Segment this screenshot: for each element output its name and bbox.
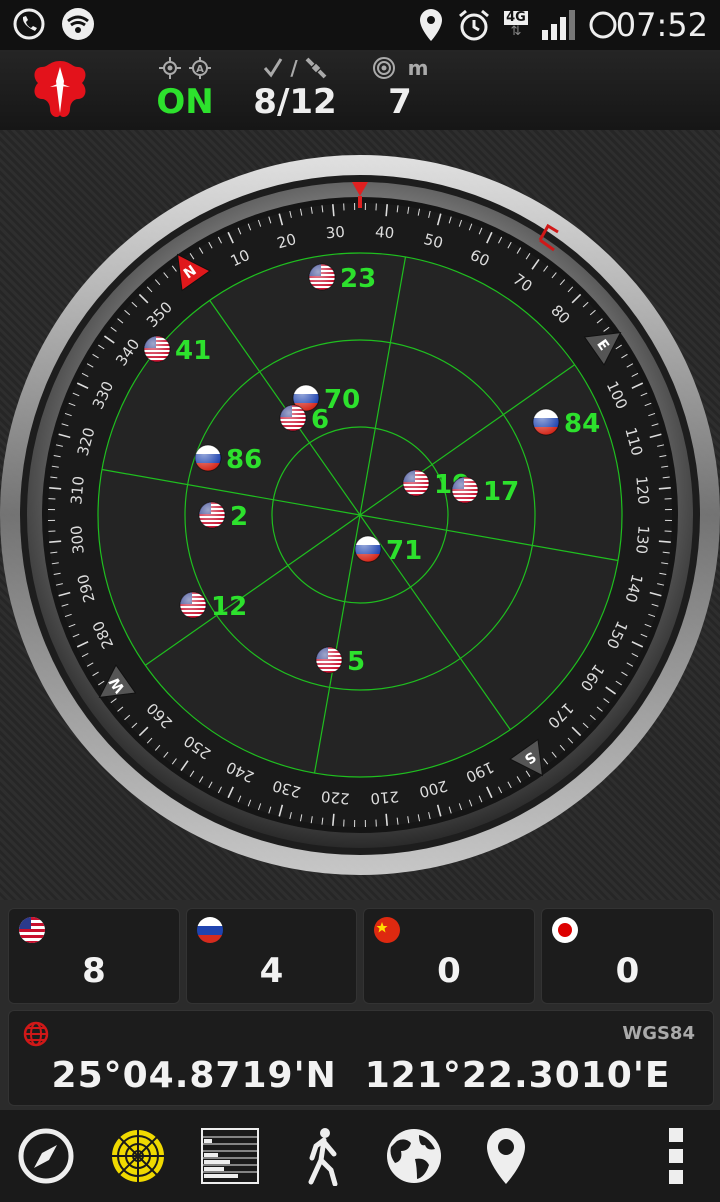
sky-view-area: 10 20 30 40 50 60 70 80 100 110 120 130 140 150 160 170… — [0, 130, 720, 900]
satellite-17[interactable]: 17 — [451, 476, 519, 507]
us-flag-icon — [19, 917, 45, 943]
signal-icon — [541, 10, 575, 40]
constellation-beidou: 0 — [363, 908, 535, 1004]
satellite-prn-label: 86 — [226, 445, 262, 475]
satellite-prn-label: 84 — [564, 409, 600, 439]
gps-fix-icon — [159, 57, 181, 79]
satellite-prn-label: 23 — [340, 264, 376, 294]
satellite-71[interactable]: 71 — [354, 535, 422, 566]
sats-used: 8 — [253, 82, 277, 122]
globe-button[interactable] — [382, 1124, 446, 1188]
accuracy-unit: m — [407, 56, 429, 80]
sky-radar[interactable]: 1020 30 40 50607080100110120130140150160170… — [0, 130, 720, 900]
gps-count: 8 — [82, 951, 106, 991]
constellation-gps: 8 — [8, 908, 180, 1004]
wifi-icon — [62, 8, 94, 40]
degree-tick — [332, 204, 335, 217]
constellation-qzss: 0 — [541, 908, 714, 1004]
map-pin-icon — [487, 1128, 525, 1184]
degree-tick — [332, 813, 335, 826]
walk-button[interactable] — [290, 1124, 354, 1188]
degree-tick — [385, 204, 388, 217]
ru-flag-icon — [197, 917, 223, 943]
bottom-toolbar — [0, 1110, 720, 1202]
datum-label: WGS84 — [622, 1023, 695, 1044]
compass-button[interactable] — [14, 1124, 78, 1188]
degree-tick — [385, 813, 388, 826]
satellite-icon — [305, 57, 327, 79]
accuracy-target-icon — [372, 57, 395, 79]
compass-icon — [18, 1128, 74, 1184]
satellite-prn-label: 5 — [347, 647, 365, 677]
overflow-menu-button[interactable] — [644, 1124, 708, 1188]
degree-label: 120 — [632, 475, 652, 505]
cn-flag-icon — [374, 917, 400, 943]
alarm-icon — [459, 9, 490, 41]
phone-icon — [13, 8, 45, 40]
satellite-count-stat: / 8/12 — [253, 56, 337, 122]
beidou-count: 0 — [437, 951, 461, 991]
satellite-prn-label: 2 — [230, 502, 248, 532]
satellite-86[interactable]: 86 — [194, 444, 262, 475]
degree-label: 130 — [632, 525, 652, 555]
satellite-prn-label: 12 — [211, 592, 247, 622]
satellite-prn-label: 70 — [324, 385, 360, 415]
degree-label: 40 — [374, 223, 395, 243]
degree-tick — [49, 540, 62, 543]
satellite-prn-label: 6 — [311, 405, 329, 435]
degree-label: 210 — [370, 787, 400, 807]
radar-icon — [112, 1130, 164, 1182]
degree-tick — [49, 487, 62, 490]
qzss-count: 0 — [615, 951, 640, 991]
signal-bars-icon — [201, 1128, 259, 1184]
info-bar: A ON / 8/12 m 7 — [0, 50, 720, 131]
radar-button[interactable] — [106, 1124, 170, 1188]
satellite-84[interactable]: 84 — [532, 408, 600, 439]
degree-tick — [658, 487, 671, 490]
latitude-value: 25°04.8719'N — [51, 1055, 337, 1096]
battery-icon — [589, 11, 617, 39]
overflow-menu-icon — [669, 1128, 683, 1184]
satellite-prn-label: 17 — [483, 477, 519, 507]
fix-status-stat: A ON — [150, 54, 220, 122]
degree-label: 30 — [325, 223, 346, 243]
sats-visible: 12 — [289, 82, 337, 122]
globe-icon — [387, 1129, 441, 1183]
constellation-glonass: 4 — [186, 908, 357, 1004]
assisted-gps-icon: A — [189, 57, 211, 79]
sats-separator: / — [276, 82, 290, 122]
app-logo-icon[interactable] — [30, 57, 90, 123]
satellite-41[interactable]: 41 — [143, 335, 211, 366]
coordinates-panel[interactable]: WGS84 25°04.8719'N 121°22.3010'E — [8, 1010, 714, 1106]
glonass-count: 4 — [259, 951, 284, 991]
walker-icon — [308, 1128, 338, 1186]
satellite-12[interactable]: 12 — [179, 591, 247, 622]
status-bar: 4G ⇅ 07:52 — [0, 0, 720, 50]
accuracy-value: 7 — [388, 82, 412, 122]
map-pin-button[interactable] — [474, 1124, 538, 1188]
longitude-value: 121°22.3010'E — [364, 1055, 671, 1096]
checkmark-icon — [264, 58, 283, 78]
jp-flag-icon — [552, 917, 578, 943]
satellite-23[interactable]: 23 — [308, 263, 376, 294]
svg-text:A: A — [196, 64, 204, 75]
accuracy-stat: m 7 — [365, 54, 435, 122]
degree-label: 310 — [67, 475, 87, 505]
signal-bars-button[interactable] — [198, 1124, 262, 1188]
degree-tick — [658, 540, 671, 543]
globe-grid-icon — [23, 1021, 49, 1047]
network-4g-icon: 4G ⇅ — [504, 10, 528, 39]
satellite-prn-label: 41 — [175, 336, 211, 366]
clock: 07:52 — [615, 6, 708, 44]
fix-status-value: ON — [156, 82, 214, 122]
degree-label: 300 — [67, 525, 87, 555]
degree-label: 220 — [320, 787, 350, 807]
location-icon — [420, 9, 443, 41]
satellite-prn-label: 71 — [386, 536, 422, 566]
